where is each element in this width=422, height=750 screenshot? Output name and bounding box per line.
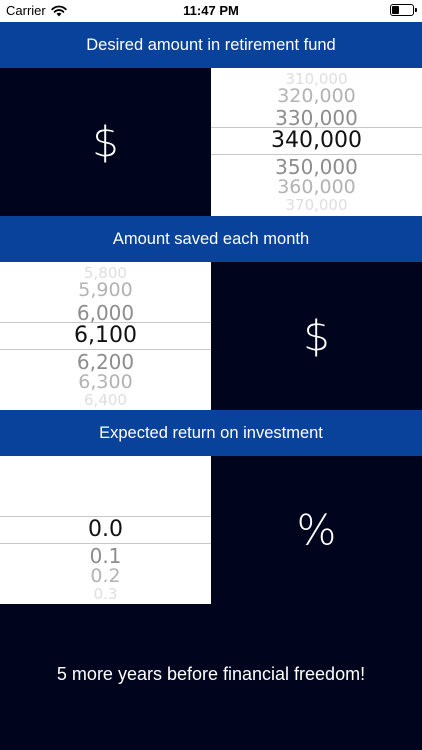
status-bar: Carrier 11:47 PM <box>0 0 422 22</box>
battery-level <box>392 6 399 14</box>
picker-option[interactable]: 360,000 <box>211 176 422 198</box>
picker-selected-value[interactable]: 0.0 <box>0 517 211 542</box>
picker-option[interactable]: 5,900 <box>0 279 211 301</box>
picker-option[interactable]: 6,300 <box>0 371 211 393</box>
status-right <box>390 4 417 16</box>
retirement-fund-header: Desired amount in retirement fund <box>0 22 422 68</box>
return-rate-row: 0.0 0.1 0.2 0.3 % <box>0 456 422 604</box>
return-rate-picker[interactable]: 0.0 0.1 0.2 0.3 <box>0 456 211 604</box>
picker-option[interactable]: 6,400 <box>0 391 211 409</box>
percent-cell: % <box>211 456 422 604</box>
result-message: 5 more years before financial freedom! <box>56 664 366 684</box>
picker-option[interactable]: 330,000 <box>211 106 422 130</box>
dollar-sign-label: $ <box>303 311 330 361</box>
monthly-amount-picker[interactable]: 5,800 5,900 6,000 6,100 6,200 6,300 6,40… <box>0 262 211 410</box>
monthly-savings-row: 5,800 5,900 6,000 6,100 6,200 6,300 6,40… <box>0 262 422 410</box>
battery-icon <box>390 4 417 16</box>
monthly-savings-header: Amount saved each month <box>0 216 422 262</box>
clock: 11:47 PM <box>183 3 239 18</box>
picker-selected-value[interactable]: 6,100 <box>0 323 211 348</box>
picker-selected-value[interactable]: 340,000 <box>211 128 422 153</box>
picker-option[interactable]: 0.2 <box>0 565 211 587</box>
retirement-amount-picker[interactable]: 310,000 320,000 330,000 340,000 350,000 … <box>211 68 422 216</box>
picker-option[interactable]: 320,000 <box>211 85 422 107</box>
retirement-fund-row: $ 310,000 320,000 330,000 340,000 350,00… <box>0 68 422 216</box>
monthly-currency-cell: $ <box>211 262 422 410</box>
picker-option[interactable]: 6,000 <box>0 301 211 325</box>
percent-sign-label: % <box>296 505 337 555</box>
return-rate-header: Expected return on investment <box>0 410 422 456</box>
dollar-sign-label: $ <box>92 117 119 167</box>
picker-option[interactable]: 0.3 <box>0 585 211 603</box>
picker-option[interactable]: 370,000 <box>211 196 422 214</box>
retirement-currency-cell: $ <box>0 68 211 216</box>
